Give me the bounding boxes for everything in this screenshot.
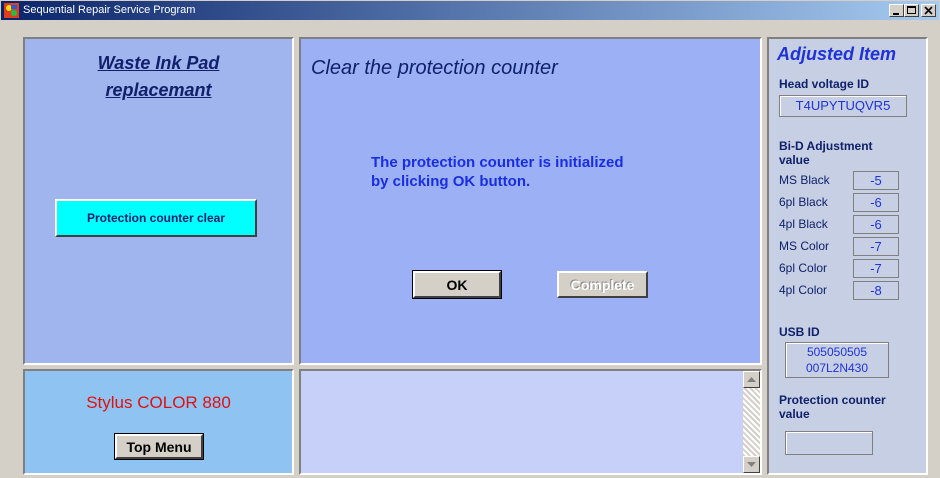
instruction-panel: Clear the protection counter The protect… bbox=[299, 37, 762, 365]
arrow-up-icon bbox=[747, 376, 756, 382]
message-line-2: by clicking OK button. bbox=[371, 173, 531, 190]
bid-item-value: -6 bbox=[853, 193, 899, 212]
bid-item-value: -7 bbox=[853, 237, 899, 256]
arrow-down-icon bbox=[747, 461, 756, 467]
protection-counter-value bbox=[785, 431, 873, 455]
bid-item-label: 6pl Color bbox=[779, 261, 828, 275]
bid-item-value: -5 bbox=[853, 171, 899, 190]
bid-item-value: -6 bbox=[853, 215, 899, 234]
usb-id-line1: 505050505 bbox=[806, 345, 868, 359]
waste-ink-panel: Waste Ink Pad replacemant Protection cou… bbox=[23, 37, 294, 365]
panel-title-line2: replacemant bbox=[105, 80, 212, 100]
bid-label-line2: value bbox=[779, 153, 810, 167]
protection-counter-clear-button[interactable]: Protection counter clear bbox=[55, 199, 257, 237]
top-menu-button[interactable]: Top Menu bbox=[114, 433, 204, 460]
app-icon bbox=[4, 3, 19, 18]
protection-counter-label-line1: Protection counter bbox=[779, 393, 886, 407]
ok-button[interactable]: OK bbox=[412, 270, 502, 299]
usb-id-value: 505050505 007L2N430 bbox=[785, 342, 889, 378]
minimize-icon bbox=[893, 13, 899, 15]
bid-item-label: MS Color bbox=[779, 239, 830, 253]
scroll-down-button[interactable] bbox=[743, 456, 760, 473]
bid-item-value: -7 bbox=[853, 259, 899, 278]
printer-model: Stylus COLOR 880 bbox=[86, 393, 231, 412]
panel-title-line1: Waste Ink Pad bbox=[97, 53, 220, 73]
complete-button: Complete bbox=[557, 271, 648, 298]
usb-id-line2: 007L2N430 bbox=[805, 361, 869, 375]
protection-counter-label-line2: value bbox=[779, 407, 810, 421]
window-title: Sequential Repair Service Program bbox=[23, 4, 196, 16]
usb-id-label: USB ID bbox=[779, 325, 820, 339]
model-panel: Stylus COLOR 880 Top Menu bbox=[23, 369, 294, 475]
instruction-message: The protection counter is initialized by… bbox=[371, 153, 624, 191]
bid-item-label: MS Black bbox=[779, 173, 830, 187]
scroll-up-button[interactable] bbox=[743, 371, 760, 388]
bid-item-label: 4pl Black bbox=[779, 217, 828, 231]
bid-label-line1: Bi-D Adjustment bbox=[779, 139, 873, 153]
close-button[interactable] bbox=[921, 4, 936, 17]
bid-item-value: -8 bbox=[853, 281, 899, 300]
adjusted-item-panel: Adjusted Item Head voltage ID T4UPYTUQVR… bbox=[767, 37, 928, 475]
title-bar[interactable]: Sequential Repair Service Program bbox=[1, 1, 939, 20]
bid-item-label: 6pl Black bbox=[779, 195, 828, 209]
head-voltage-label: Head voltage ID bbox=[779, 77, 870, 91]
bid-item-label: 4pl Color bbox=[779, 283, 828, 297]
close-icon bbox=[924, 6, 933, 15]
adjusted-item-title: Adjusted Item bbox=[777, 44, 897, 64]
app-window: Sequential Repair Service Program Waste … bbox=[0, 0, 940, 478]
minimize-button[interactable] bbox=[889, 4, 904, 17]
maximize-button[interactable] bbox=[904, 4, 919, 17]
message-line-1: The protection counter is initialized bbox=[371, 154, 624, 171]
maximize-icon bbox=[907, 6, 916, 14]
instruction-title: Clear the protection counter bbox=[311, 57, 558, 79]
head-voltage-value: T4UPYTUQVR5 bbox=[779, 95, 907, 117]
log-area[interactable] bbox=[299, 369, 762, 475]
